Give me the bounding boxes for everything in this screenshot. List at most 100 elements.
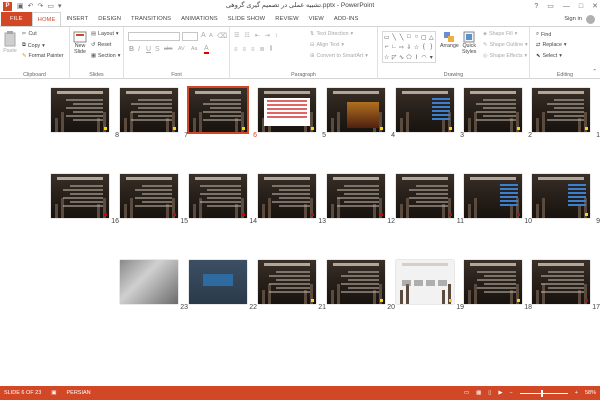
textbox-shape-icon[interactable]: ▭	[383, 32, 390, 42]
format-painter-button[interactable]: ✎ Format Painter	[22, 53, 63, 59]
shapes-gallery[interactable]: ▭ ╲ ╲ □ ○ ▢ △ ⌐ ∟ ⇨ ⇩ ☆ { } ☆ ◸ ∿ ⬠ ⌇ ◠ …	[382, 31, 436, 63]
zoom-level[interactable]: 58%	[585, 390, 596, 396]
slide-preview[interactable]	[120, 174, 178, 218]
slide-preview[interactable]	[258, 260, 316, 304]
slide-preview[interactable]	[396, 88, 454, 132]
tab-design[interactable]: DESIGN	[93, 12, 126, 26]
slide-thumbnail[interactable]: 1	[532, 88, 600, 139]
slide-thumbnail[interactable]: 8	[51, 88, 119, 139]
slide-preview[interactable]	[327, 260, 385, 304]
zoom-out-button[interactable]: −	[510, 390, 513, 396]
tab-review[interactable]: REVIEW	[270, 12, 303, 26]
character-spacing-button[interactable]: AV	[178, 46, 185, 52]
underline-button[interactable]: U	[146, 46, 151, 53]
maximize-button[interactable]: □	[579, 3, 583, 10]
tab-animations[interactable]: ANIMATIONS	[176, 12, 223, 26]
paste-button[interactable]: Paste	[3, 31, 17, 54]
shape-fill-button[interactable]: ◈ Shape Fill ▾	[483, 31, 517, 37]
slide-thumbnail[interactable]: 18	[464, 260, 532, 311]
slide-thumbnail[interactable]: 16	[51, 174, 119, 225]
zoom-in-button[interactable]: +	[575, 390, 578, 396]
reading-view-icon[interactable]: ▯	[488, 390, 491, 396]
shape-effects-button[interactable]: ◎ Shape Effects ▾	[483, 53, 527, 59]
font-name-input[interactable]	[128, 32, 180, 41]
oval-shape-icon[interactable]: ○	[413, 32, 420, 42]
text-direction-button[interactable]: ⇅ Text Direction ▾	[310, 31, 353, 37]
slide-sorter-view-icon[interactable]: ▦	[476, 390, 481, 396]
copy-button[interactable]: ⧉ Copy ▾	[22, 42, 45, 49]
help-button[interactable]: ?	[534, 3, 538, 10]
close-button[interactable]: ✕	[592, 2, 598, 10]
slide-thumbnail[interactable]: 3	[396, 88, 464, 139]
change-case-button[interactable]: Aa	[191, 46, 197, 52]
slide-preview[interactable]	[258, 88, 316, 132]
convert-smartart-button[interactable]: ⊞ Convert to SmartArt ▾	[310, 53, 368, 59]
slide-preview[interactable]	[327, 174, 385, 218]
slide-thumbnail[interactable]: 7	[120, 88, 188, 139]
italic-button[interactable]: I	[138, 46, 140, 53]
align-text-button[interactable]: ⊟ Align Text ▾	[310, 42, 344, 48]
grow-font-button[interactable]: A	[201, 32, 206, 39]
rectangle-shape-icon[interactable]: □	[405, 32, 412, 42]
star-shape-icon[interactable]: ☆	[383, 52, 390, 62]
line-shape-icon[interactable]: ╲	[390, 32, 397, 42]
select-button[interactable]: ⬉ Select ▾	[536, 53, 562, 59]
reset-button[interactable]: ↺ Reset	[91, 42, 111, 48]
sign-in[interactable]: Sign in	[564, 12, 595, 26]
slide-thumbnail[interactable]: 4	[327, 88, 395, 139]
font-color-button[interactable]: A	[204, 45, 209, 54]
strikethrough-button[interactable]: abc	[164, 46, 173, 52]
slide-preview[interactable]	[187, 86, 249, 134]
brace-shape-icon[interactable]: {	[420, 42, 427, 52]
slide-thumbnail[interactable]: 13	[258, 174, 326, 225]
layout-button[interactable]: ▤ Layout ▾	[91, 31, 119, 37]
align-buttons[interactable]: ≡ ≡ ≡ ≣ ⫼	[234, 46, 275, 53]
slide-thumbnail[interactable]: 21	[258, 260, 326, 311]
find-button[interactable]: ⌕ Find	[536, 31, 551, 38]
slide-preview[interactable]	[51, 174, 109, 218]
slide-preview[interactable]	[258, 174, 316, 218]
slide-thumbnail[interactable]: 15	[120, 174, 188, 225]
arrow-down-shape-icon[interactable]: ⇩	[405, 42, 412, 52]
slide-preview[interactable]	[120, 260, 178, 304]
slide-thumbnail[interactable]: 9	[532, 174, 600, 225]
tab-add-ins[interactable]: ADD-INS	[329, 12, 364, 26]
collapse-ribbon-icon[interactable]: ⌃	[593, 69, 597, 75]
slide-thumbnail[interactable]: 6	[187, 86, 257, 139]
connector-shape-icon[interactable]: ∟	[390, 42, 397, 52]
brace-shape-icon[interactable]: }	[428, 42, 435, 52]
tab-insert[interactable]: INSERT	[61, 12, 93, 26]
curve-shape-icon[interactable]: ∿	[398, 52, 405, 62]
tab-view[interactable]: VIEW	[304, 12, 329, 26]
slide-preview[interactable]	[532, 174, 590, 218]
quick-styles-button[interactable]: Quick Styles	[462, 31, 476, 55]
zoom-slider-thumb[interactable]	[540, 389, 543, 397]
minimize-button[interactable]: —	[563, 3, 570, 10]
arc-shape-icon[interactable]: ◠	[420, 52, 427, 62]
tab-file[interactable]: FILE	[1, 12, 32, 26]
pentagon-shape-icon[interactable]: ⬠	[405, 52, 412, 62]
list-buttons[interactable]: ☰ ☷ ⇤ ⇥ ↕	[234, 32, 281, 40]
slide-thumbnail[interactable]: 11	[396, 174, 464, 225]
slide-preview[interactable]	[532, 260, 590, 304]
slide-thumbnail[interactable]: 23	[120, 260, 188, 311]
shape-outline-button[interactable]: ✎ Shape Outline ▾	[483, 42, 528, 48]
slideshow-view-icon[interactable]: ▶	[498, 390, 502, 396]
slide-preview[interactable]	[464, 174, 522, 218]
freeform-shape-icon[interactable]: ⌇	[413, 52, 420, 62]
slide-thumbnail[interactable]: 10	[464, 174, 532, 225]
slide-preview[interactable]	[464, 88, 522, 132]
slide-preview[interactable]	[189, 174, 247, 218]
slide-preview[interactable]	[327, 88, 385, 132]
tab-home[interactable]: HOME	[31, 12, 62, 26]
slide-thumbnail[interactable]: 12	[327, 174, 395, 225]
slide-thumbnail[interactable]: 14	[189, 174, 257, 225]
language-indicator[interactable]: PERSIAN	[67, 390, 91, 396]
clear-formatting-icon[interactable]: ⌫	[217, 32, 227, 40]
more-shapes-icon[interactable]: ▾	[428, 52, 435, 62]
shadow-button[interactable]: S	[155, 46, 160, 53]
slide-thumbnail[interactable]: 22	[189, 260, 257, 311]
font-size-input[interactable]	[182, 32, 198, 41]
triangle-shape-icon[interactable]: △	[428, 32, 435, 42]
arrow-right-shape-icon[interactable]: ⇨	[398, 42, 405, 52]
